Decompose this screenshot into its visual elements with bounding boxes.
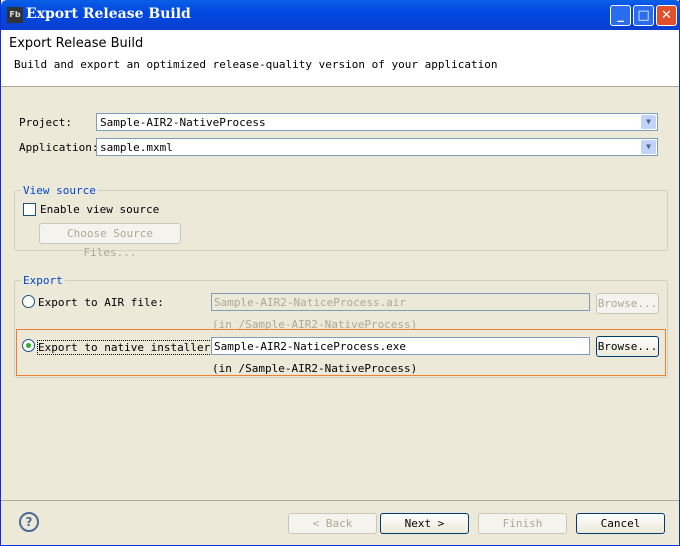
finish-button[interactable]: Finish xyxy=(478,513,567,534)
next-button[interactable]: Next > xyxy=(380,513,469,534)
project-select[interactable]: Sample-AIR2-NativeProcess ▼ xyxy=(96,113,658,131)
choose-source-files-button[interactable]: Choose Source Files... xyxy=(39,223,181,259)
chevron-down-icon[interactable]: ▼ xyxy=(641,140,656,154)
native-installer-row: Export to native installer: Sample-AIR2-… xyxy=(16,329,666,376)
native-installer-input[interactable]: Sample-AIR2-NaticeProcess.exe xyxy=(211,337,590,355)
close-button[interactable]: ✕ xyxy=(656,5,677,26)
wizard-header: Export Release Build Build and export an… xyxy=(1,30,679,87)
air-browse-button[interactable]: Browse... xyxy=(596,293,659,314)
minimize-button[interactable]: _ xyxy=(610,5,631,26)
project-value: Sample-AIR2-NativeProcess xyxy=(100,116,266,129)
export-native-radio[interactable] xyxy=(22,339,35,352)
chevron-down-icon[interactable]: ▼ xyxy=(641,115,656,129)
native-location-hint: (in /Sample-AIR2-NativeProcess) xyxy=(212,362,418,375)
export-native-label: Export to native installer: xyxy=(37,340,218,355)
maximize-button[interactable]: □ xyxy=(633,5,654,26)
export-air-label: Export to AIR file: xyxy=(38,296,164,309)
application-label: Application: xyxy=(19,141,99,154)
enable-view-source-label: Enable view source xyxy=(40,203,160,216)
page-title: Export Release Build xyxy=(9,36,144,51)
cancel-button[interactable]: Cancel xyxy=(576,513,665,534)
air-file-input[interactable]: Sample-AIR2-NaticeProcess.air xyxy=(211,293,590,311)
view-source-group: View source Enable view source Choose So… xyxy=(14,184,668,259)
native-browse-button[interactable]: Browse... xyxy=(596,336,659,357)
application-select[interactable]: sample.mxml ▼ xyxy=(96,138,658,156)
title-bar: Fb Export Release Build _ □ ✕ xyxy=(1,0,680,30)
window-title: Export Release Build xyxy=(26,6,191,22)
view-source-group-label: View source xyxy=(21,184,98,197)
footer-divider xyxy=(1,500,679,501)
enable-view-source-checkbox[interactable] xyxy=(23,203,36,216)
dialog-window: Fb Export Release Build _ □ ✕ Export Rel… xyxy=(0,0,680,546)
project-label: Project: xyxy=(19,116,72,129)
back-button[interactable]: < Back xyxy=(288,513,377,534)
app-icon: Fb xyxy=(7,7,23,23)
export-air-radio[interactable] xyxy=(22,295,35,308)
export-group-label: Export xyxy=(21,274,65,287)
help-icon[interactable]: ? xyxy=(19,512,39,532)
application-value: sample.mxml xyxy=(100,141,173,154)
page-description: Build and export an optimized release-qu… xyxy=(14,58,498,71)
